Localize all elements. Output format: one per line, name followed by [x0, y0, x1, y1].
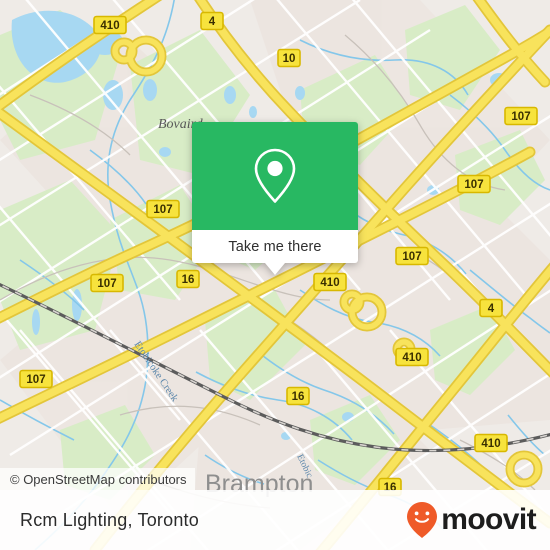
- route-shield-16: 16: [286, 386, 310, 406]
- route-shield-4: 4: [200, 11, 224, 31]
- route-shield-410: 410: [93, 15, 127, 35]
- svg-text:410: 410: [402, 352, 421, 364]
- svg-text:107: 107: [464, 179, 483, 191]
- svg-text:4: 4: [488, 303, 495, 315]
- moovit-smiling-pin-logo: [407, 502, 438, 538]
- svg-text:107: 107: [153, 204, 172, 216]
- svg-text:4: 4: [209, 16, 216, 28]
- svg-text:410: 410: [320, 277, 339, 289]
- svg-text:10: 10: [283, 53, 296, 65]
- location-popup-card[interactable]: Take me there: [192, 122, 358, 275]
- popup-image-area: [192, 122, 358, 230]
- bottom-info-bar: Rcm Lighting, Toronto moovit: [0, 490, 550, 550]
- take-me-there-label: Take me there: [228, 238, 322, 255]
- route-shield-410: 410: [395, 347, 429, 367]
- map-attribution[interactable]: © OpenStreetMap contributors: [0, 468, 195, 490]
- route-shield-16: 16: [176, 269, 200, 289]
- svg-text:107: 107: [402, 251, 421, 263]
- route-shield-107: 107: [146, 199, 180, 219]
- svg-text:107: 107: [97, 278, 116, 290]
- take-me-there-button[interactable]: Take me there: [192, 230, 358, 263]
- route-shield-10: 10: [277, 48, 301, 68]
- route-shield-107: 107: [504, 106, 538, 126]
- route-shield-107: 107: [457, 174, 491, 194]
- route-shield-410: 410: [313, 272, 347, 292]
- popup-pointer: [265, 263, 285, 275]
- svg-text:410: 410: [481, 438, 500, 450]
- moovit-brand[interactable]: moovit: [406, 501, 537, 539]
- route-shield-107: 107: [19, 369, 53, 389]
- map-pin-icon: [254, 148, 296, 203]
- route-shield-107: 107: [90, 273, 124, 293]
- route-shield-107: 107: [395, 246, 429, 266]
- svg-text:107: 107: [511, 111, 530, 123]
- place-title: Rcm Lighting, Toronto: [20, 509, 199, 530]
- svg-text:16: 16: [292, 391, 305, 403]
- route-shield-4: 4: [479, 298, 503, 318]
- moovit-wordmark: moovit: [441, 503, 536, 536]
- svg-text:16: 16: [182, 274, 195, 286]
- attribution-text: © OpenStreetMap contributors: [10, 471, 187, 487]
- svg-text:107: 107: [26, 374, 45, 386]
- svg-text:410: 410: [100, 20, 119, 32]
- map-screenshot: Bovaird Brampton Etobicoke Creek Etobic …: [0, 0, 550, 550]
- route-shield-410: 410: [474, 433, 508, 453]
